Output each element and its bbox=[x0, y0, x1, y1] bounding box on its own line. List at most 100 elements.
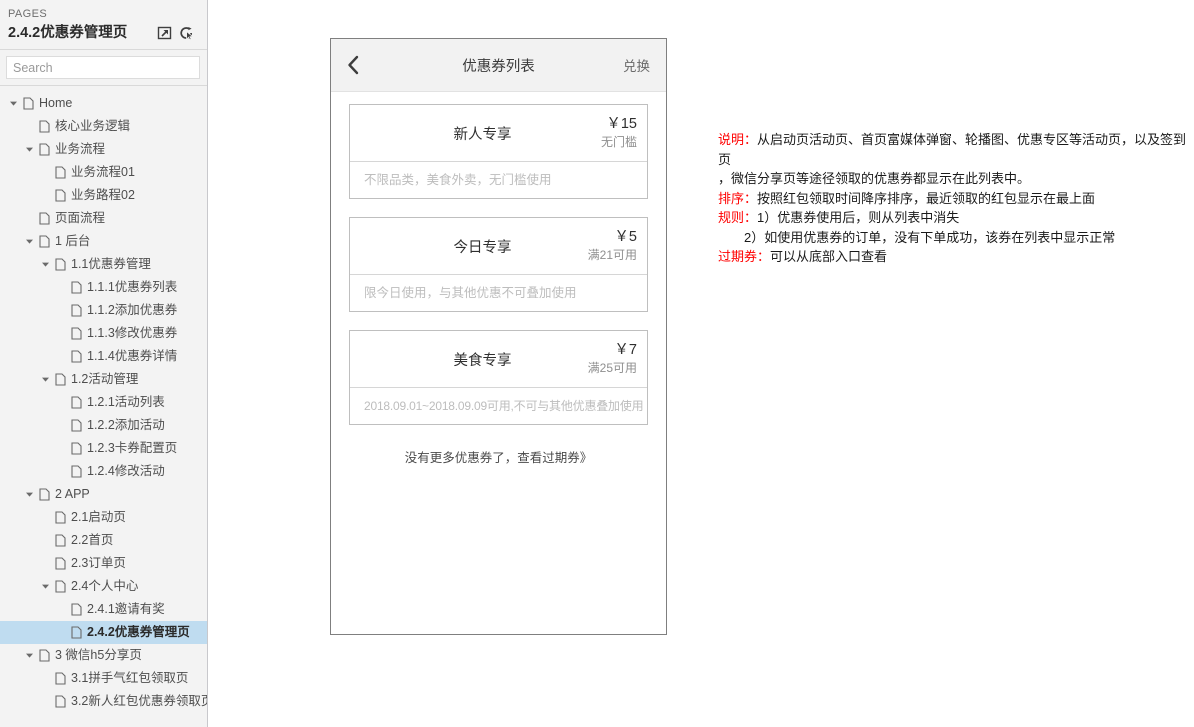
coupon-header: 今日专享 ￥5 满21可用 bbox=[350, 218, 647, 275]
annotation-text: 按照红包领取时间降序排序，最近领取的红包显示在最上面 bbox=[757, 190, 1096, 206]
annotation-line: ，微信分享页等途径领取的优惠券都显示在此列表中。 bbox=[718, 169, 1194, 189]
coupon-name: 新人专享 bbox=[453, 126, 512, 143]
tree-arrow-spacer bbox=[54, 460, 68, 483]
tree-item[interactable]: 页面流程 bbox=[0, 207, 207, 230]
coupon-card[interactable]: 美食专享 ￥7 满25可用 2018.09.01~2018.09.09可用,不可与其他… bbox=[349, 330, 648, 425]
search-input[interactable] bbox=[6, 56, 200, 79]
sidebar-header: PAGES 2.4.2优惠券管理页 bbox=[0, 0, 207, 50]
page-file-icon bbox=[36, 644, 52, 667]
search-row bbox=[0, 50, 207, 86]
annotation-text: 2）如使用优惠券的订单，没有下单成功，该券在列表中显示正常 bbox=[744, 229, 1116, 245]
annotation-text: 可以从底部入口查看 bbox=[770, 249, 888, 264]
phone-navbar: 优惠券列表 兑换 bbox=[331, 39, 666, 92]
page-title-row: 2.4.2优惠券管理页 bbox=[8, 23, 197, 43]
page-file-icon bbox=[68, 598, 84, 621]
tree-item[interactable]: Home bbox=[0, 92, 207, 115]
tree-item[interactable]: 1.1.1优惠券列表 bbox=[0, 276, 207, 299]
tree-item-label: 1.2.2添加活动 bbox=[87, 418, 165, 432]
list-footer-link[interactable]: 没有更多优惠券了，查看过期券》 bbox=[331, 443, 666, 466]
tree-item[interactable]: 1.2.2添加活动 bbox=[0, 414, 207, 437]
chevron-down-icon[interactable] bbox=[22, 644, 36, 667]
tree-item-label: 2.4.1邀请有奖 bbox=[87, 602, 165, 616]
chevron-down-icon[interactable] bbox=[6, 92, 20, 115]
pages-section-label: PAGES bbox=[8, 8, 48, 20]
page-file-icon bbox=[36, 115, 52, 138]
tree-arrow-spacer bbox=[38, 552, 52, 575]
tree-item[interactable]: 业务流程01 bbox=[0, 161, 207, 184]
tree-item[interactable]: 1.1优惠券管理 bbox=[0, 253, 207, 276]
chevron-down-icon[interactable] bbox=[38, 368, 52, 391]
tree-arrow-spacer bbox=[38, 506, 52, 529]
chevron-down-icon[interactable] bbox=[22, 483, 36, 506]
page-file-icon bbox=[52, 667, 68, 690]
tree-item-label: 1.2.1活动列表 bbox=[87, 395, 165, 409]
page-file-icon bbox=[52, 529, 68, 552]
tree-item-label: 1.1优惠券管理 bbox=[71, 257, 151, 271]
tree-item[interactable]: 2.3订单页 bbox=[0, 552, 207, 575]
tree-item-label: 1.1.4优惠券详情 bbox=[87, 349, 178, 363]
annotation-key: 说明： bbox=[718, 132, 758, 147]
annotation-key: 排序： bbox=[718, 190, 758, 206]
page-file-icon bbox=[52, 184, 68, 207]
tree-item[interactable]: 1.2.4修改活动 bbox=[0, 460, 207, 483]
tree-item[interactable]: 3.1拼手气红包领取页 bbox=[0, 667, 207, 690]
page-file-icon bbox=[68, 391, 84, 414]
coupon-header: 新人专享 ￥15 无门槛 bbox=[350, 105, 647, 162]
preview-icon[interactable] bbox=[179, 25, 195, 41]
page-file-icon bbox=[36, 483, 52, 506]
page-file-icon bbox=[68, 437, 84, 460]
tree-item-label: 业务流程01 bbox=[71, 165, 135, 179]
tree-item[interactable]: 2.2首页 bbox=[0, 529, 207, 552]
tree-item[interactable]: 2.4.2优惠券管理页 bbox=[0, 621, 207, 644]
chevron-down-icon[interactable] bbox=[22, 230, 36, 253]
tree-item[interactable]: 3 微信h5分享页 bbox=[0, 644, 207, 667]
tree-item-label: 1.2.4修改活动 bbox=[87, 464, 165, 478]
page-file-icon bbox=[36, 230, 52, 253]
chevron-down-icon[interactable] bbox=[38, 575, 52, 598]
tree-item-label: 2 APP bbox=[55, 487, 90, 501]
tree-item[interactable]: 业务路程02 bbox=[0, 184, 207, 207]
page-tree: Home 核心业务逻辑 业务流程业务流程01 业务路程02 页面流程 1 后台 1.1优惠券… bbox=[0, 86, 207, 713]
page-file-icon bbox=[20, 92, 36, 115]
tree-item[interactable]: 1.1.3修改优惠券 bbox=[0, 322, 207, 345]
tree-item[interactable]: 2.4.1邀请有奖 bbox=[0, 598, 207, 621]
chevron-down-icon[interactable] bbox=[22, 138, 36, 161]
tree-item[interactable]: 1.2.3卡券配置页 bbox=[0, 437, 207, 460]
page-file-icon bbox=[68, 276, 84, 299]
coupon-price: ￥7 bbox=[614, 342, 637, 358]
chevron-down-icon[interactable] bbox=[38, 253, 52, 276]
tree-arrow-spacer bbox=[38, 161, 52, 184]
coupon-name: 美食专享 bbox=[453, 352, 512, 369]
page-title: 2.4.2优惠券管理页 bbox=[8, 25, 128, 41]
tree-item[interactable]: 1.1.4优惠券详情 bbox=[0, 345, 207, 368]
tree-arrow-spacer bbox=[54, 621, 68, 644]
coupon-card[interactable]: 今日专享 ￥5 满21可用 限今日使用，与其他优惠不可叠加使用 bbox=[349, 217, 648, 312]
tree-arrow-spacer bbox=[38, 529, 52, 552]
tree-item-label: 1.1.1优惠券列表 bbox=[87, 280, 178, 294]
tree-item[interactable]: 业务流程 bbox=[0, 138, 207, 161]
tree-item[interactable]: 2 APP bbox=[0, 483, 207, 506]
tree-item-label: 1.2活动管理 bbox=[71, 372, 139, 386]
annotation-text: 从启动页活动页、首页富媒体弹窗、轮播图、优惠专区等活动页，以及签到页 bbox=[718, 132, 1187, 167]
tree-item-label: 2.2首页 bbox=[71, 533, 114, 547]
annotation-line: 说明：从启动页活动页、首页富媒体弹窗、轮播图、优惠专区等活动页，以及签到页 bbox=[718, 130, 1194, 169]
tree-item[interactable]: 1.2.1活动列表 bbox=[0, 391, 207, 414]
chevron-left-icon[interactable] bbox=[347, 55, 371, 75]
redeem-button[interactable]: 兑换 bbox=[623, 55, 650, 75]
export-icon[interactable] bbox=[157, 25, 173, 41]
tree-arrow-spacer bbox=[38, 690, 52, 713]
tree-item[interactable]: 1.2活动管理 bbox=[0, 368, 207, 391]
tree-item[interactable]: 1 后台 bbox=[0, 230, 207, 253]
tree-item[interactable]: 核心业务逻辑 bbox=[0, 115, 207, 138]
coupon-card[interactable]: 新人专享 ￥15 无门槛 不限品类，美食外卖，无门槛使用 bbox=[349, 104, 648, 199]
tree-item[interactable]: 1.1.2添加优惠券 bbox=[0, 299, 207, 322]
tree-item[interactable]: 3.2新人红包优惠券领取页 bbox=[0, 690, 207, 713]
tree-item[interactable]: 2.1启动页 bbox=[0, 506, 207, 529]
tree-arrow-spacer bbox=[54, 345, 68, 368]
tree-arrow-spacer bbox=[54, 414, 68, 437]
tree-item-label: 3.1拼手气红包领取页 bbox=[71, 671, 189, 685]
page-file-icon bbox=[36, 138, 52, 161]
tree-item-label: Home bbox=[39, 96, 73, 110]
coupon-header: 美食专享 ￥7 满25可用 bbox=[350, 331, 647, 388]
tree-item[interactable]: 2.4个人中心 bbox=[0, 575, 207, 598]
